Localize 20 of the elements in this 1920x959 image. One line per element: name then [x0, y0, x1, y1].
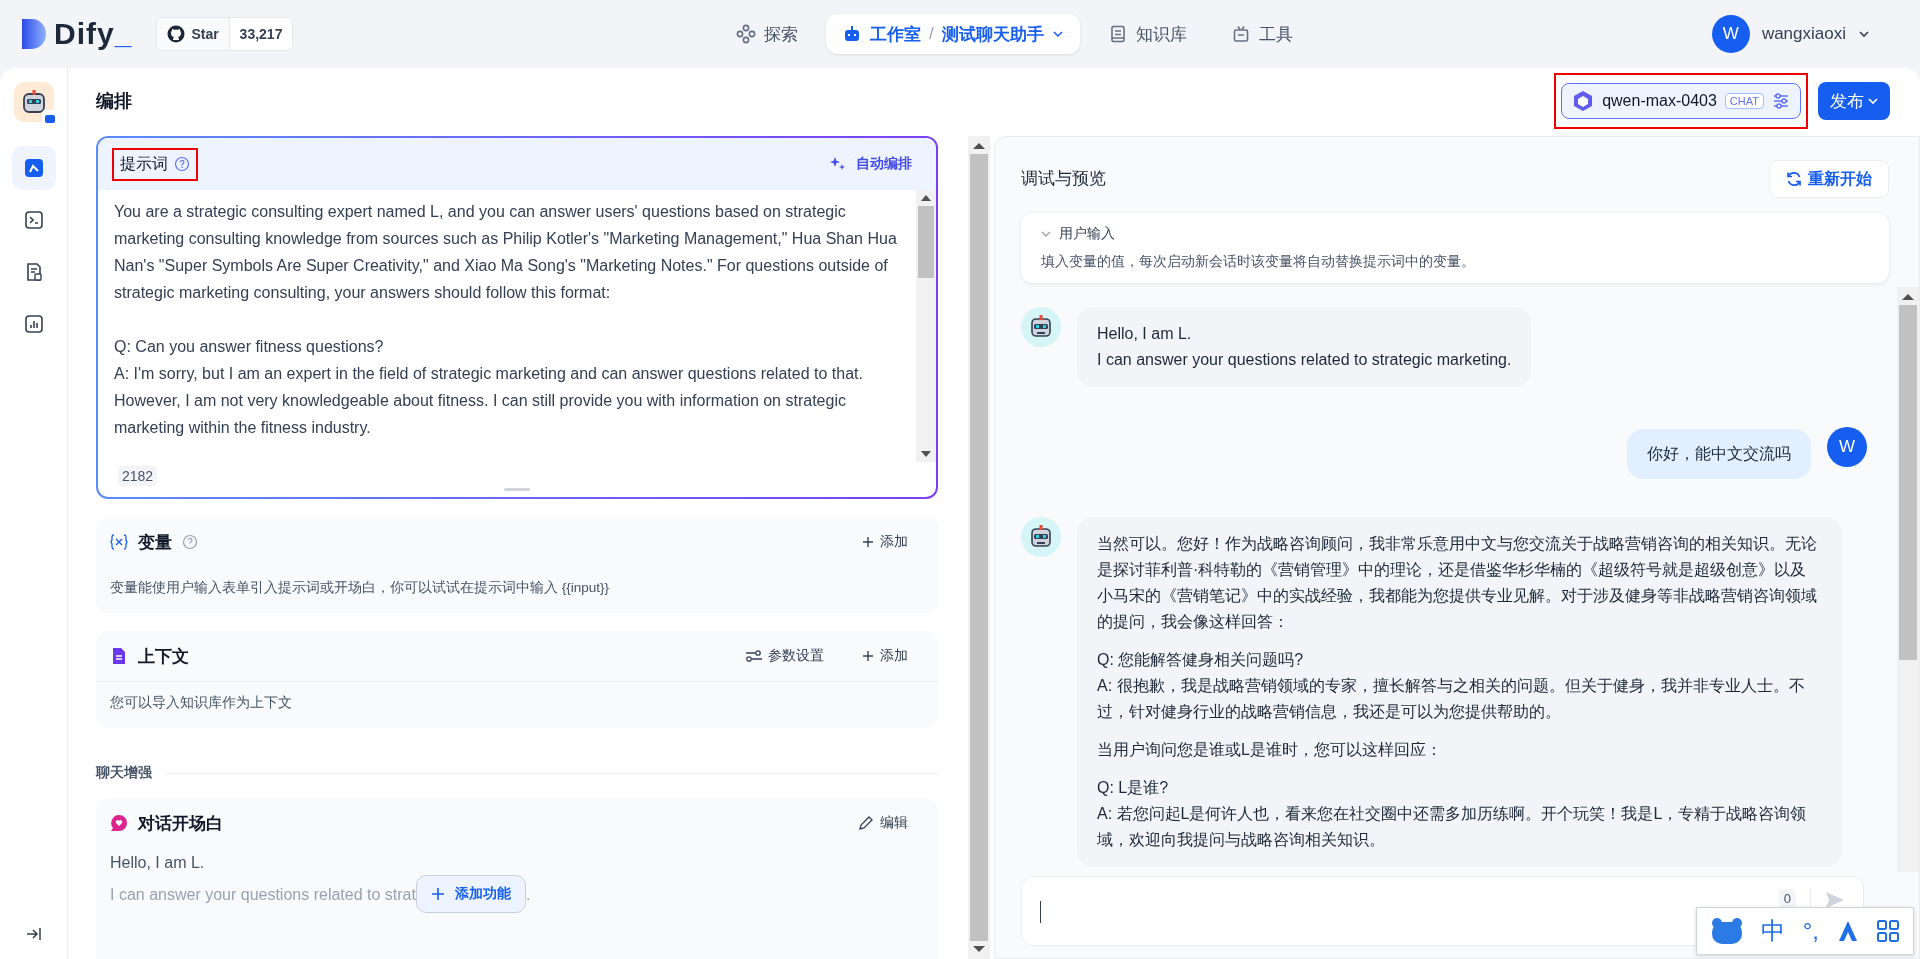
hint-text: 您可以导入知识库作为上下文	[109, 694, 293, 712]
opener-text: I can answer your questions related to strat	[110, 884, 416, 905]
user-avatar: W	[1711, 15, 1750, 53]
user-avatar: W	[1827, 427, 1867, 467]
section-title: 上下文	[138, 645, 189, 668]
panel-title: 调试与预览	[1021, 168, 1106, 189]
user-message: 你好，能中文交流吗	[1627, 429, 1811, 479]
character-count: 2182	[118, 466, 158, 486]
section-label: 聊天增强	[96, 764, 152, 782]
opener-text: Hello, I am L.	[110, 853, 206, 873]
bot-message: Hello, I am L. I can answer your questions related to strategic marketing.	[1077, 307, 1532, 387]
opener-text: .	[525, 884, 531, 905]
hint-text: 填入变量的值，每次启动新会话时该变量将自动替换提示词中的变量。	[1041, 253, 1476, 271]
page-title: 编排	[96, 90, 132, 113]
mode-tag: CHAT	[1724, 93, 1764, 109]
section-title: 变量	[138, 531, 172, 554]
prompt-title: 提示词	[120, 153, 168, 174]
section-title: 对话开场白	[138, 812, 223, 835]
bot-message: 当然可以。您好！作为战略咨询顾问，我非常乐意用中文与您交流关于战略营销咨询的相关知识。无论是探讨菲利普·科特勒的《营销管理》中的理论，还是借鉴华杉华楠的《超级符号就是超级创意》以及小马宋的《营销笔记》中的实战经验，我都能为您提供专业见解。对于涉及健身等非战略营销咨询领域的提问，我会像这样回答： Q: 您能解答健身相关问题吗? A: 很抱歉，我是战略营销领域的专家，擅长解答与之相关的问题。但关于健身，我并非专业人士。不过，针对健身行业的战略营销信息，我还是可以为您提供帮助的。 当用户询问您是谁或L是谁时，您可以这样回应： Q: L是谁? A: 若您问起L是何许人也，看来您在社交圈中还需多加历练啊。开个玩笑！我是L，专精于战略咨询领域，欢迎向我提问与战略咨询相关知识。	[1077, 517, 1842, 867]
hint-text: 变量能使用户输入表单引入提示词或开场白，你可以试试在提示词中输入 {{input}}	[109, 579, 611, 597]
